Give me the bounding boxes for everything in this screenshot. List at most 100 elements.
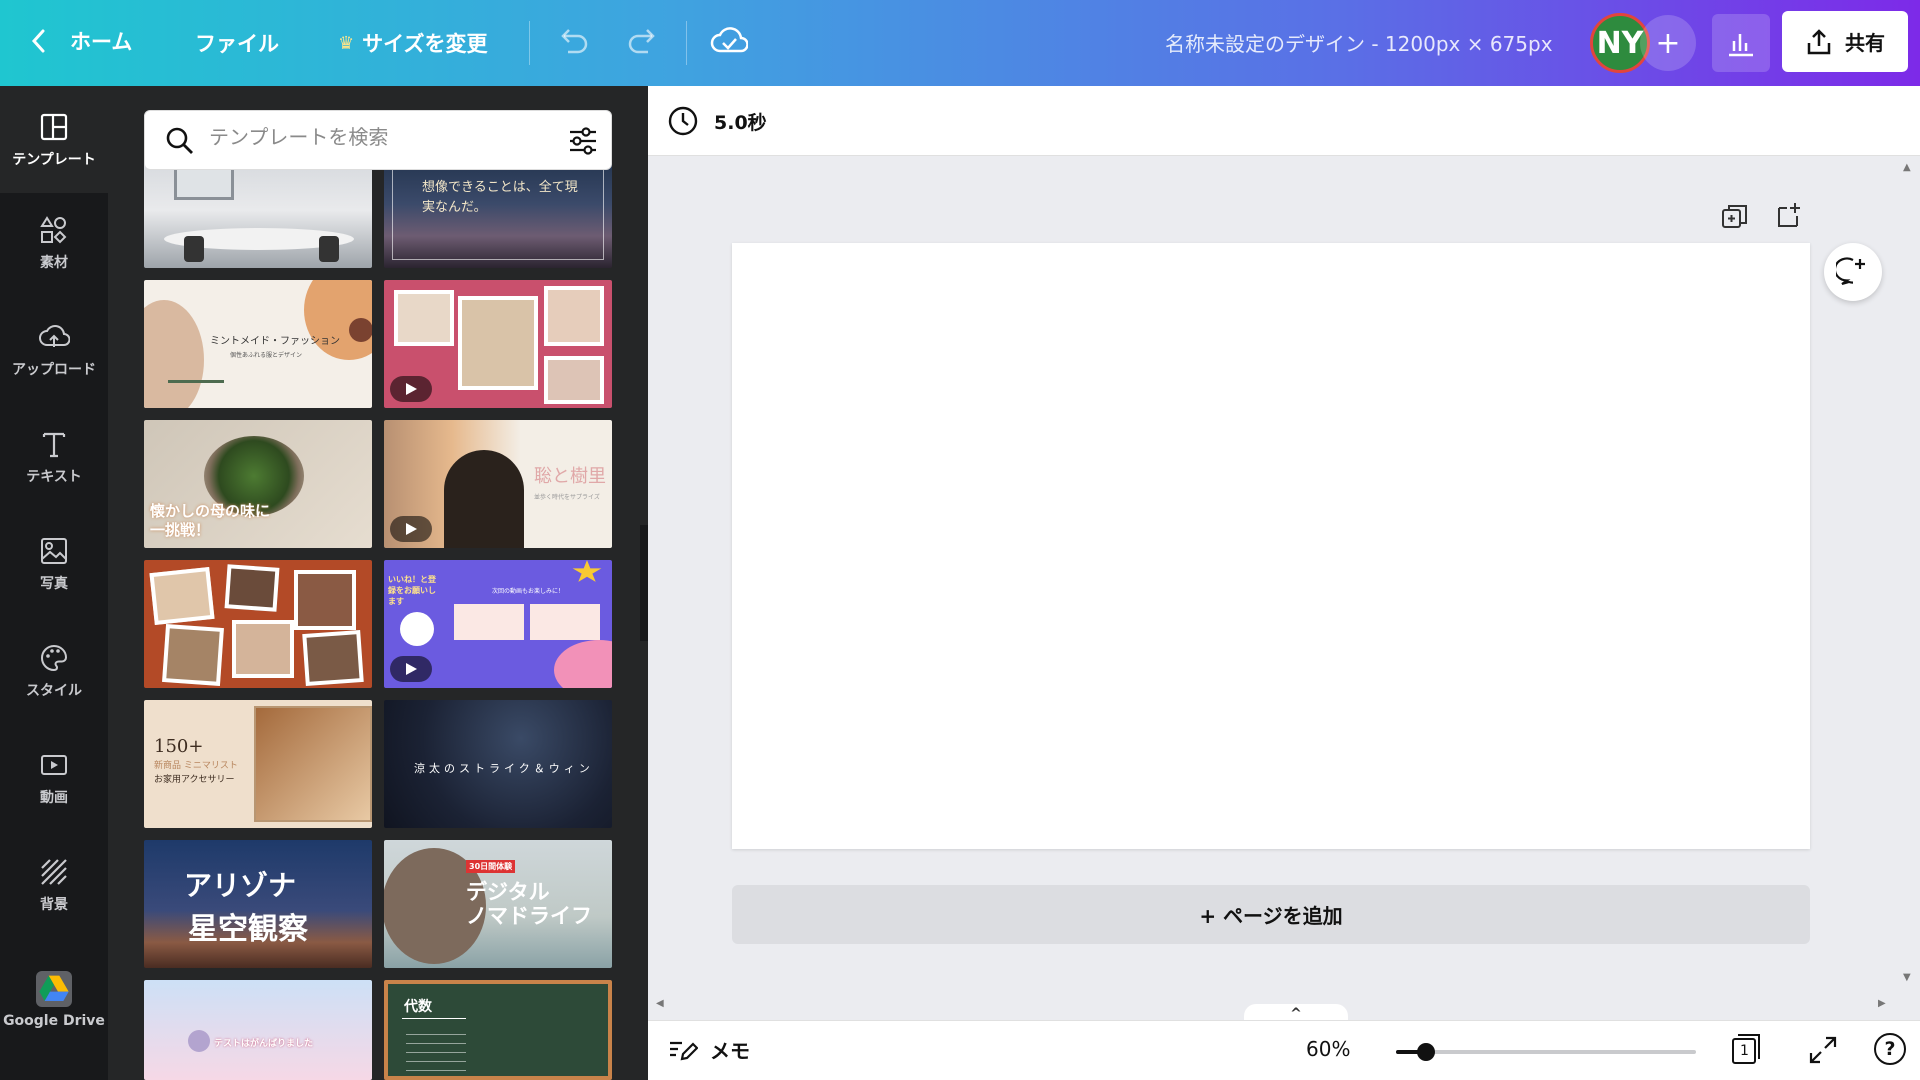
template-text-line2: 星空観察	[188, 912, 308, 947]
rail-item-templates[interactable]: テンプレート	[0, 86, 108, 193]
comment-plus-icon	[1836, 257, 1865, 286]
template-card-birthday-video[interactable]	[384, 280, 612, 408]
clock-icon	[668, 106, 698, 136]
product-photo	[254, 706, 372, 822]
template-card-couple-video[interactable]: 聡と樹里 並歩く時代をサプライズ	[384, 420, 612, 548]
template-card-algebra-chalkboard[interactable]: 代数	[384, 980, 612, 1080]
text-icon	[42, 432, 66, 458]
bar-chart-icon	[1729, 34, 1753, 57]
template-search-box[interactable]	[144, 110, 612, 170]
add-page-button[interactable]: + ページを追加	[732, 885, 1810, 944]
play-icon	[406, 663, 417, 675]
insights-button[interactable]	[1712, 14, 1770, 72]
template-text: 聡と樹里	[534, 466, 606, 487]
template-card-mint-fashion[interactable]: ミントメイド・ファッション 個性あふれる服とデザイン	[144, 280, 372, 408]
fullscreen-icon[interactable]	[1808, 1035, 1838, 1065]
photo-frame	[544, 286, 604, 346]
template-text: いいね！と登録をお願いします	[388, 575, 436, 606]
rail-item-uploads[interactable]: アップロード	[0, 300, 108, 400]
undo-button[interactable]	[556, 26, 590, 60]
scroll-right-arrow-icon: ▶	[1878, 998, 1886, 1009]
rail-label: スタイル	[26, 683, 82, 699]
template-text: 想像できることは、全て現実なんだ。	[422, 180, 578, 215]
underline-shape	[402, 1018, 466, 1019]
google-drive-icon	[36, 971, 72, 1007]
template-card-minimalist-accessory[interactable]: 150+ 新商品 ミニマリスト お家用アクセサリー	[144, 700, 372, 828]
design-title[interactable]: 名称未設定のデザイン - 1200px × 675px	[1165, 28, 1553, 57]
page-count: 1	[1740, 1043, 1749, 1059]
top-bar: ホーム ファイル ♛ サイズを変更 名称未設定のデザイン - 1200px × …	[0, 0, 1920, 86]
template-text: 涼太のストライク＆ウィン	[414, 762, 594, 775]
video-play-badge	[390, 516, 432, 542]
home-label: ホーム	[70, 30, 133, 54]
filter-sliders-icon[interactable]	[567, 126, 599, 156]
side-rail: テンプレート 素材 アップロード テキスト 写真 スタイル 動画 背景 Goog…	[0, 86, 108, 1080]
zoom-slider[interactable]	[1396, 1043, 1696, 1061]
card-shape	[530, 604, 600, 640]
duration-button[interactable]: 5.0秒	[666, 104, 767, 138]
elements-icon	[40, 216, 67, 244]
undo-icon	[561, 29, 588, 54]
rail-item-photos[interactable]: 写真	[0, 514, 108, 614]
invite-button[interactable]: +	[1640, 15, 1696, 71]
zoom-slider-handle[interactable]	[1417, 1043, 1435, 1061]
plus-icon: +	[1655, 25, 1681, 61]
home-button[interactable]: ホーム	[28, 26, 132, 56]
redo-button[interactable]	[626, 26, 660, 60]
template-card-pastel-test[interactable]: テストはがんばりました	[144, 980, 372, 1080]
notes-button[interactable]: メモ	[668, 1035, 750, 1064]
rail-label: テキスト	[26, 469, 82, 485]
share-button[interactable]: 共有	[1782, 11, 1908, 72]
scroll-left-arrow-icon: ◀	[656, 998, 664, 1009]
add-page-icon[interactable]	[1775, 200, 1805, 230]
photo-icon	[41, 538, 67, 564]
upload-icon	[39, 325, 70, 347]
rail-item-elements[interactable]: 素材	[0, 193, 108, 293]
card-shape	[454, 604, 524, 640]
rail-label: 写真	[40, 576, 68, 592]
template-card-subscribe-video[interactable]: いいね！と登録をお願いします 次回の動画もお楽しみに！	[384, 560, 612, 688]
help-icon: ?	[1884, 1038, 1896, 1060]
redo-icon	[628, 29, 655, 54]
rail-label: アップロード	[12, 362, 96, 378]
template-card-strike-win[interactable]: 涼太のストライク＆ウィン	[384, 700, 612, 828]
rail-item-background[interactable]: 背景	[0, 835, 108, 935]
header-divider	[686, 21, 687, 65]
template-search-input[interactable]	[209, 125, 549, 149]
help-button[interactable]: ?	[1874, 1033, 1906, 1065]
template-text-line1: アリゾナ	[184, 869, 297, 902]
template-card-arizona-stars[interactable]: アリゾナ 星空観察	[144, 840, 372, 968]
polaroid-shape	[294, 570, 356, 630]
polaroid-shape	[232, 620, 294, 678]
design-page[interactable]	[732, 243, 1810, 849]
template-card-family-photos[interactable]	[144, 560, 372, 688]
rail-item-videos[interactable]: 動画	[0, 728, 108, 828]
rail-item-text[interactable]: テキスト	[0, 407, 108, 507]
template-card-cooking[interactable]: 懐かしの母の味に一挑戦！	[144, 420, 372, 548]
page-count-button[interactable]: 1	[1731, 1033, 1761, 1065]
resize-button[interactable]: ♛ サイズを変更	[338, 28, 488, 58]
add-comment-button[interactable]	[1824, 243, 1882, 301]
scroll-down-arrow-icon: ▼	[1903, 972, 1911, 983]
rail-label: Google Drive	[3, 1013, 105, 1029]
template-title: 150+	[154, 736, 204, 757]
chair-shape	[319, 236, 339, 262]
cloud-saved-button[interactable]	[710, 24, 749, 62]
video-play-badge	[390, 656, 432, 682]
photo-frame	[544, 356, 604, 404]
vertical-scrollbar[interactable]: ▲ ▼	[1898, 160, 1920, 1016]
rail-item-styles[interactable]: スタイル	[0, 621, 108, 721]
file-menu-button[interactable]: ファイル	[195, 28, 279, 58]
bottom-bar: メモ 60% 1 ?	[648, 1020, 1920, 1080]
rail-item-google-drive[interactable]: Google Drive	[0, 942, 108, 1058]
circle-shape	[400, 612, 434, 646]
crown-icon: ♛	[338, 32, 355, 54]
template-badge: 30日間体験	[466, 860, 516, 873]
share-label: 共有	[1845, 31, 1885, 55]
zoom-percentage[interactable]: 60%	[1306, 1037, 1350, 1061]
template-subtitle: お家用アクセサリー	[154, 775, 235, 785]
pink-blob	[554, 640, 612, 688]
rail-label: テンプレート	[12, 151, 96, 168]
template-card-digital-nomad[interactable]: 30日間体験 デジタル ノマドライフ	[384, 840, 612, 968]
duplicate-page-icon[interactable]	[1720, 202, 1750, 232]
